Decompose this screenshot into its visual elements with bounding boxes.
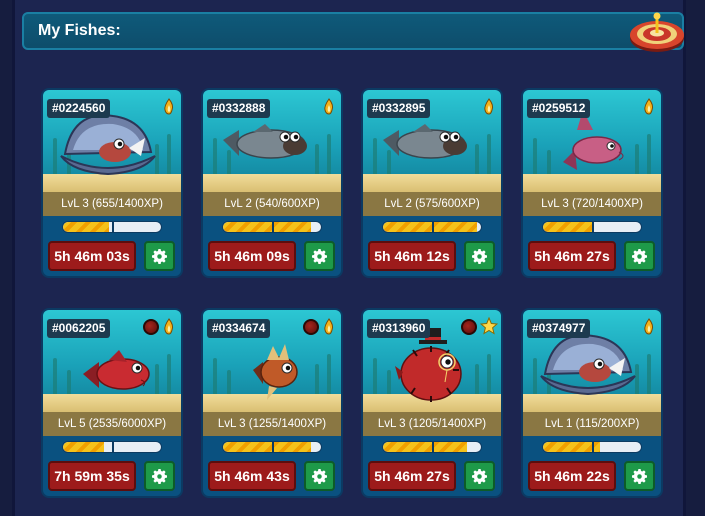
xp-divider: [272, 442, 274, 452]
xp-progress-bar: [542, 221, 642, 233]
fish-card[interactable]: #0334674 LvL 3 (1255/1400XP) 5h 46m 43s: [201, 308, 343, 498]
fish-scene: #0332895: [363, 90, 501, 192]
fish-card[interactable]: #0332895 LvL 2 (575/600XP) 5h 46m 12s: [361, 88, 503, 278]
fish-card[interactable]: #0332888 LvL 2 (540/600XP) 5h 46m 09s: [201, 88, 343, 278]
fish-level: LvL 3 (1255/1400XP): [203, 412, 341, 436]
xp-progress-fill: [383, 222, 478, 232]
settings-button[interactable]: [624, 461, 655, 491]
fish-level: LvL 3 (655/1400XP): [43, 192, 181, 216]
fish-id: #0259512: [527, 99, 591, 118]
settings-button[interactable]: [144, 241, 175, 271]
fish-card[interactable]: #0224560 LvL 3 (655/1400XP) 5h 46m 03s: [41, 88, 183, 278]
settings-button[interactable]: [464, 241, 495, 271]
orb-icon: [461, 319, 477, 335]
fire-icon: [324, 318, 334, 335]
fire-icon: [644, 318, 654, 335]
timer-button[interactable]: 5h 46m 09s: [208, 241, 296, 271]
gear-icon: [632, 248, 647, 264]
roulette-icon[interactable]: [628, 8, 686, 54]
xp-divider: [112, 222, 114, 232]
gear-icon: [472, 248, 487, 264]
fish-level: LvL 2 (575/600XP): [363, 192, 501, 216]
xp-divider: [112, 442, 114, 452]
fish-id: #0224560: [47, 99, 111, 118]
fish-id: #0313960: [367, 319, 431, 338]
fire-icon: [164, 98, 174, 115]
settings-button[interactable]: [464, 461, 495, 491]
fish-scene: #0334674: [203, 310, 341, 412]
gear-icon: [152, 468, 167, 484]
fish-level: LvL 1 (115/200XP): [523, 412, 661, 436]
settings-button[interactable]: [144, 461, 175, 491]
fish-level: LvL 5 (2535/6000XP): [43, 412, 181, 436]
gear-icon: [472, 468, 487, 484]
fish-scene: #0224560: [43, 90, 181, 192]
gear-icon: [312, 468, 327, 484]
xp-progress-fill: [383, 442, 468, 452]
header-bar: My Fishes:: [22, 12, 684, 50]
settings-button[interactable]: [304, 241, 335, 271]
xp-progress-bar: [222, 221, 322, 233]
gear-icon: [632, 468, 647, 484]
fish-scene: #0332888: [203, 90, 341, 192]
star-icon: [480, 317, 498, 335]
timer-button[interactable]: 5h 46m 12s: [368, 241, 456, 271]
fish-id: #0334674: [207, 319, 271, 338]
xp-progress-fill: [223, 222, 312, 232]
xp-progress-fill: [543, 222, 593, 232]
xp-progress-bar: [382, 441, 482, 453]
timer-button[interactable]: 5h 46m 43s: [208, 461, 296, 491]
fire-icon: [324, 98, 334, 115]
xp-progress-bar: [382, 221, 482, 233]
xp-divider: [592, 442, 594, 452]
fish-level: LvL 2 (540/600XP): [203, 192, 341, 216]
fish-id: #0374977: [527, 319, 591, 338]
xp-divider: [592, 222, 594, 232]
fish-level: LvL 3 (720/1400XP): [523, 192, 661, 216]
fish-level: LvL 3 (1205/1400XP): [363, 412, 501, 436]
timer-button[interactable]: 5h 46m 27s: [528, 241, 616, 271]
settings-button[interactable]: [304, 461, 335, 491]
fire-icon: [644, 98, 654, 115]
timer-button[interactable]: 5h 46m 27s: [368, 461, 456, 491]
fish-scene: #0374977: [523, 310, 661, 412]
fish-scene: #0313960: [363, 310, 501, 412]
fish-scene: #0259512: [523, 90, 661, 192]
fish-id: #0332895: [367, 99, 431, 118]
fire-icon: [484, 98, 494, 115]
xp-progress-bar: [62, 441, 162, 453]
fish-card[interactable]: #0374977 LvL 1 (115/200XP) 5h 46m 22s: [521, 308, 663, 498]
xp-progress-bar: [542, 441, 642, 453]
fish-id: #0332888: [207, 99, 271, 118]
fire-icon: [164, 318, 174, 335]
orb-icon: [143, 319, 159, 335]
gear-icon: [152, 248, 167, 264]
page-title: My Fishes:: [38, 22, 121, 39]
timer-button[interactable]: 5h 46m 22s: [528, 461, 616, 491]
xp-divider: [272, 222, 274, 232]
xp-progress-fill: [223, 442, 312, 452]
fish-card[interactable]: #0259512 LvL 3 (720/1400XP) 5h 46m 27s: [521, 88, 663, 278]
settings-button[interactable]: [624, 241, 655, 271]
xp-progress-bar: [62, 221, 162, 233]
xp-progress-fill: [63, 222, 110, 232]
xp-divider: [432, 442, 434, 452]
orb-icon: [303, 319, 319, 335]
timer-button[interactable]: 7h 59m 35s: [48, 461, 136, 491]
fish-id: #0062205: [47, 319, 111, 338]
gear-icon: [312, 248, 327, 264]
xp-progress-bar: [222, 441, 322, 453]
xp-divider: [432, 222, 434, 232]
timer-button[interactable]: 5h 46m 03s: [48, 241, 136, 271]
fish-card[interactable]: #0313960 LvL 3 (1205/1400XP) 5h 46m 27s: [361, 308, 503, 498]
xp-progress-fill: [63, 442, 105, 452]
fish-scene: #0062205: [43, 310, 181, 412]
fish-card[interactable]: #0062205 LvL 5 (2535/6000XP) 7h 59m 35s: [41, 308, 183, 498]
